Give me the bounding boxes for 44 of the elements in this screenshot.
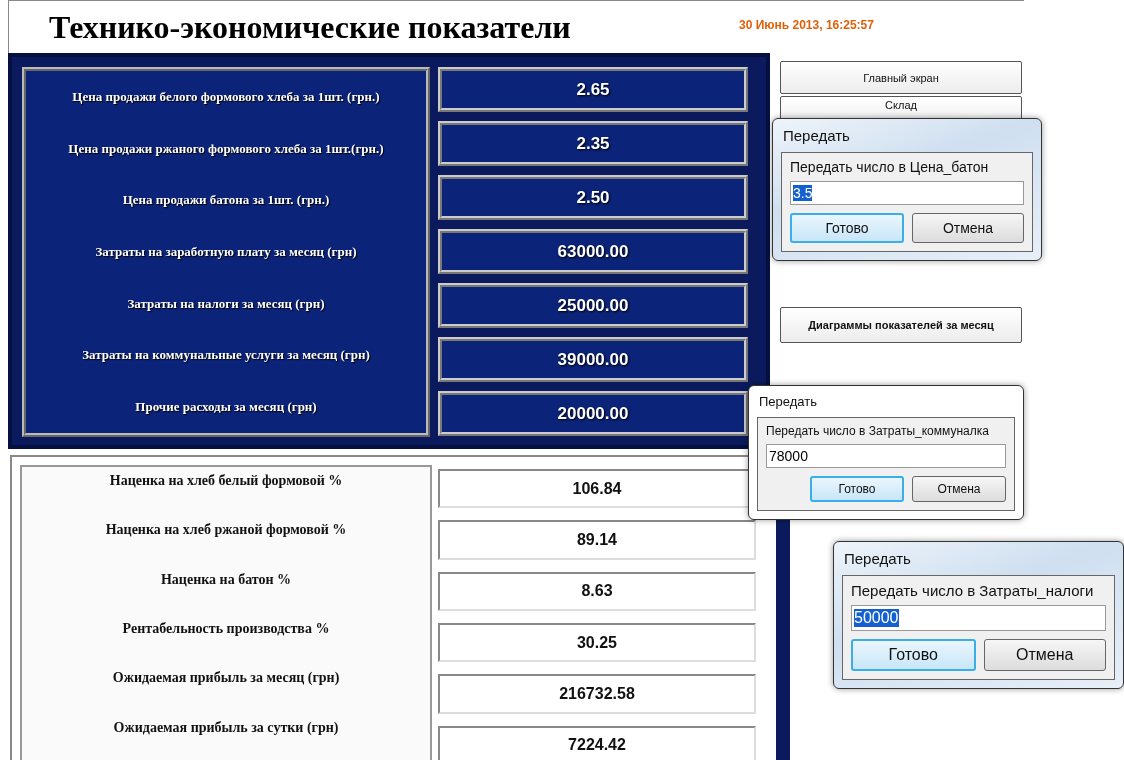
dialog-title: Передать (759, 394, 818, 409)
value-field[interactable]: 2.50 (438, 175, 748, 220)
result-label: Наценка на хлеб белый формовой % (109, 473, 343, 490)
input-label: Прочие расходы за месяц (грн) (135, 399, 317, 416)
dialog-button[interactable]: Готово (810, 476, 904, 502)
value-field[interactable]: 25000.00 (438, 283, 748, 328)
nav-button[interactable]: Диаграммы показателей за месяц (780, 307, 1022, 343)
value-field[interactable]: 63000.00 (438, 229, 748, 274)
result-label: Наценка на хлеб ржаной формовой % (105, 522, 347, 540)
dialog-button[interactable]: Готово (790, 213, 904, 243)
page-title: Технико-экономические показатели (49, 8, 572, 46)
value-field[interactable]: 2.65 (438, 67, 748, 112)
number-field[interactable]: 50000 (851, 605, 1106, 631)
result-label: Ожидаемая прибыль за сутки (грн) (113, 719, 339, 737)
dialog-prompt: Передать число в Цена_батон (790, 159, 990, 175)
input-label: Затраты на налоги за месяц (грн) (127, 295, 325, 312)
result-field: 216732.58 (438, 674, 756, 714)
value-field[interactable]: 39000.00 (438, 337, 748, 382)
dialog-button[interactable]: Отмена (912, 213, 1024, 243)
date-time: 30 Июнь 2013, 16:25:57 (739, 18, 874, 32)
result-field: 30.25 (438, 623, 756, 663)
input-label: Затраты на заработную плату за месяц (грн) (95, 244, 357, 260)
input-label: Цена продажи ржаного формового хлеба за 1шт.(грн.) (68, 140, 384, 157)
result-label: Рентабельность производства % (122, 621, 330, 638)
result-field: 89.14 (438, 520, 756, 560)
dialog-button[interactable]: Отмена (983, 639, 1106, 671)
dialog-title: Передать (844, 550, 912, 567)
input-label: Затраты на коммунальные услуги за месяц (грн) (82, 347, 370, 364)
result-label: Ожидаемая прибыль за месяц (грн) (112, 670, 340, 688)
input-label: Цена продажи белого формового хлеба за 1шт. (грн.) (72, 88, 380, 105)
number-field[interactable]: 3.5 (790, 181, 1024, 205)
result-label: Наценка на батон % (160, 571, 292, 589)
nav-button[interactable]: Главный экран (780, 61, 1022, 94)
dialog-prompt: Передать число в Затраты_налоги (851, 582, 1095, 599)
value-field[interactable]: 20000.00 (438, 391, 748, 436)
dialog-button[interactable]: Готово (851, 639, 976, 671)
dialog-button[interactable]: Отмена (912, 476, 1006, 502)
dialog-title: Передать (783, 127, 851, 144)
result-field: 7224.42 (438, 725, 756, 760)
value-field[interactable]: 2.35 (438, 121, 748, 166)
input-label: Цена продажи батона за 1шт. (грн.) (122, 192, 330, 209)
dialog-prompt: Передать число в Затраты_коммуналка (766, 424, 990, 438)
number-field[interactable]: 78000 (766, 444, 1006, 468)
result-field: 8.63 (438, 571, 756, 611)
